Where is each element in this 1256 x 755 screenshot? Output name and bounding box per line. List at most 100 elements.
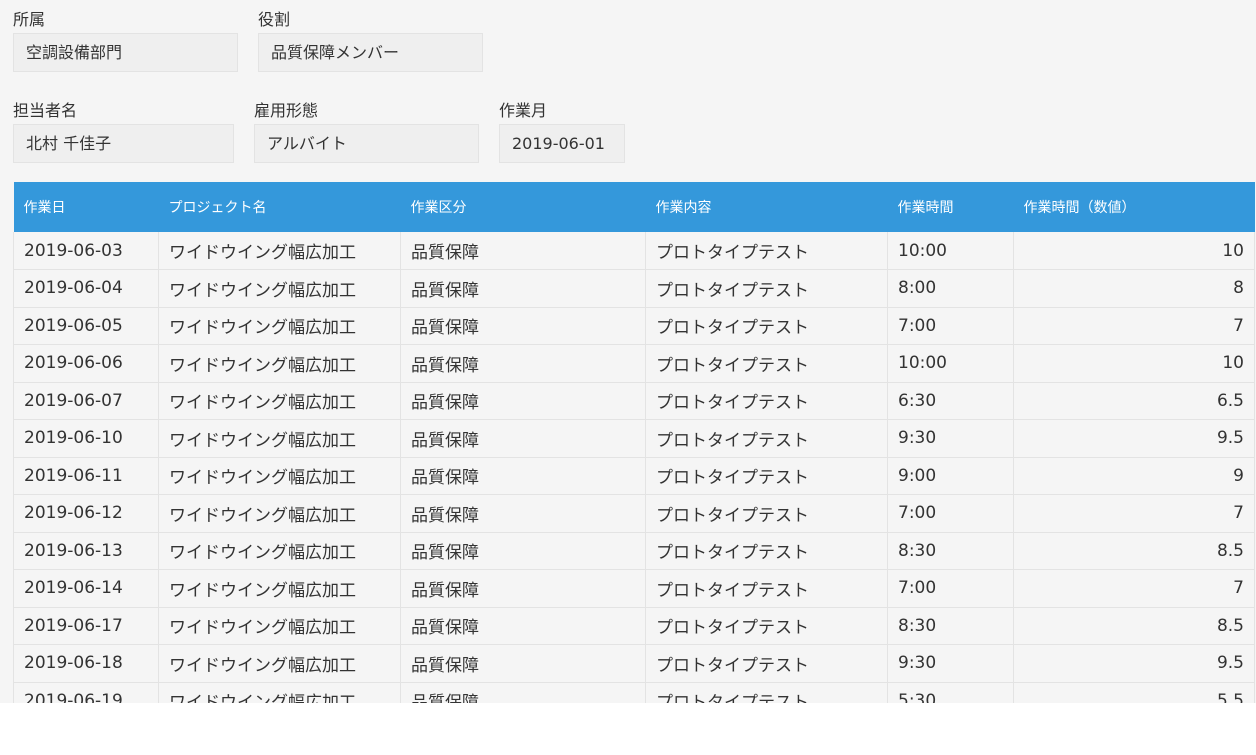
cell-date: 2019-06-19 [13,682,159,703]
column-header-hours-numeric[interactable]: 作業時間（数値） [1013,182,1255,232]
cell-hours: 7:00 [887,494,1014,533]
cell-task: プロトタイプテスト [645,494,888,533]
table-row[interactable]: 2019-06-03 ワイドウイング幅広加工 品質保障 プロトタイプテスト 10:00 1… [13,232,1255,270]
column-header-date[interactable]: 作業日 [13,182,159,232]
cell-date: 2019-06-14 [13,569,159,608]
cell-project: ワイドウイング幅広加工 [158,457,401,495]
cell-project: ワイドウイング幅広加工 [158,232,401,270]
table-row[interactable]: 2019-06-07 ワイドウイング幅広加工 品質保障 プロトタイプテスト 6:30 6.… [13,382,1255,420]
cell-task: プロトタイプテスト [645,607,888,645]
table-row[interactable]: 2019-06-06 ワイドウイング幅広加工 品質保障 プロトタイプテスト 10:00 1… [13,344,1255,383]
cell-hours: 10:00 [887,344,1014,383]
work-log-table-container: 作業日 プロジェクト名 作業区分 作業内容 作業時間 作業時間（数値） 2019… [13,182,1255,703]
department-field: 所属 空調設備部門 [13,9,238,72]
employment-field: 雇用形態 アルバイト [254,100,479,163]
cell-hours: 10:00 [887,232,1014,270]
table-row[interactable]: 2019-06-17 ワイドウイング幅広加工 品質保障 プロトタイプテスト 8:30 8.… [13,607,1255,645]
cell-category: 品質保障 [400,232,646,270]
cell-project: ワイドウイング幅広加工 [158,644,401,683]
cell-hours: 9:30 [887,419,1014,458]
cell-hours: 9:30 [887,644,1014,683]
cell-category: 品質保障 [400,644,646,683]
cell-hours-numeric: 5.5 [1013,682,1255,703]
department-label: 所属 [13,10,46,29]
cell-hours-numeric: 10 [1013,344,1255,383]
month-label: 作業月 [499,101,548,120]
cell-hours: 7:00 [887,569,1014,608]
cell-date: 2019-06-12 [13,494,159,533]
table-row[interactable]: 2019-06-05 ワイドウイング幅広加工 品質保障 プロトタイプテスト 7:00 7 [13,307,1255,345]
cell-hours-numeric: 8.5 [1013,532,1255,570]
cell-date: 2019-06-10 [13,419,159,458]
role-value: 品質保障メンバー [258,33,483,72]
cell-task: プロトタイプテスト [645,307,888,345]
cell-category: 品質保障 [400,419,646,458]
cell-project: ワイドウイング幅広加工 [158,532,401,570]
cell-project: ワイドウイング幅広加工 [158,569,401,608]
cell-date: 2019-06-13 [13,532,159,570]
column-header-task[interactable]: 作業内容 [645,182,888,232]
cell-date: 2019-06-03 [13,232,159,270]
table-row[interactable]: 2019-06-10 ワイドウイング幅広加工 品質保障 プロトタイプテスト 9:30 9.… [13,419,1255,458]
cell-date: 2019-06-05 [13,307,159,345]
cell-date: 2019-06-07 [13,382,159,420]
cell-date: 2019-06-17 [13,607,159,645]
department-value: 空調設備部門 [13,33,238,72]
cell-project: ワイドウイング幅広加工 [158,419,401,458]
table-row[interactable]: 2019-06-18 ワイドウイング幅広加工 品質保障 プロトタイプテスト 9:30 9.… [13,644,1255,683]
table-row[interactable]: 2019-06-19ワイドウイング幅広加工品質保障プロトタイプテスト5:305.… [13,682,1255,703]
column-header-project[interactable]: プロジェクト名 [158,182,401,232]
cell-hours-numeric: 9 [1013,457,1255,495]
cell-hours: 5:30 [887,682,1014,703]
cell-project: ワイドウイング幅広加工 [158,682,401,703]
cell-hours-numeric: 8 [1013,269,1255,308]
person-value: 北村 千佳子 [13,124,234,163]
cell-category: 品質保障 [400,569,646,608]
column-header-category[interactable]: 作業区分 [400,182,646,232]
month-value: 2019-06-01 [499,124,625,163]
table-row[interactable]: 2019-06-04 ワイドウイング幅広加工 品質保障 プロトタイプテスト 8:00 8 [13,269,1255,308]
cell-project: ワイドウイング幅広加工 [158,269,401,308]
cell-task: プロトタイプテスト [645,232,888,270]
cell-project: ワイドウイング幅広加工 [158,344,401,383]
cell-category: 品質保障 [400,307,646,345]
cell-date: 2019-06-06 [13,344,159,383]
cell-category: 品質保障 [400,494,646,533]
cell-hours: 6:30 [887,382,1014,420]
work-log-table: 作業日 プロジェクト名 作業区分 作業内容 作業時間 作業時間（数値） 2019… [13,182,1255,703]
cell-task: プロトタイプテスト [645,457,888,495]
role-label: 役割 [258,10,291,29]
cell-hours: 9:00 [887,457,1014,495]
cell-project: ワイドウイング幅広加工 [158,307,401,345]
table-row[interactable]: 2019-06-14 ワイドウイング幅広加工 品質保障 プロトタイプテスト 7:00 7 [13,569,1255,608]
record-detail-panel: 所属 空調設備部門 役割 品質保障メンバー 担当者名 北村 千佳子 雇用形態 ア… [0,0,1256,703]
cell-hours: 8:30 [887,607,1014,645]
cell-task: プロトタイプテスト [645,269,888,308]
table-row[interactable]: 2019-06-12 ワイドウイング幅広加工 品質保障 プロトタイプテスト 7:00 7 [13,494,1255,533]
column-header-hours[interactable]: 作業時間 [887,182,1014,232]
cell-task: プロトタイプテスト [645,344,888,383]
cell-task: プロトタイプテスト [645,382,888,420]
cell-hours-numeric: 9.5 [1013,419,1255,458]
cell-hours-numeric: 7 [1013,494,1255,533]
cell-hours-numeric: 7 [1013,307,1255,345]
cell-hours: 8:00 [887,269,1014,308]
cell-category: 品質保障 [400,607,646,645]
person-field: 担当者名 北村 千佳子 [13,100,234,163]
role-field: 役割 品質保障メンバー [258,9,483,72]
month-field: 作業月 2019-06-01 [499,100,625,163]
table-header-row: 作業日 プロジェクト名 作業区分 作業内容 作業時間 作業時間（数値） [13,182,1255,232]
cell-task: プロトタイプテスト [645,419,888,458]
table-row[interactable]: 2019-06-11 ワイドウイング幅広加工 品質保障 プロトタイプテスト 9:00 9 [13,457,1255,495]
cell-hours-numeric: 8.5 [1013,607,1255,645]
cell-hours: 7:00 [887,307,1014,345]
cell-category: 品質保障 [400,457,646,495]
cell-project: ワイドウイング幅広加工 [158,607,401,645]
cell-task: プロトタイプテスト [645,569,888,608]
cell-hours-numeric: 6.5 [1013,382,1255,420]
cell-project: ワイドウイング幅広加工 [158,494,401,533]
cell-date: 2019-06-18 [13,644,159,683]
employment-label: 雇用形態 [254,101,319,120]
cell-category: 品質保障 [400,682,646,703]
table-row[interactable]: 2019-06-13 ワイドウイング幅広加工 品質保障 プロトタイプテスト 8:30 8.… [13,532,1255,570]
